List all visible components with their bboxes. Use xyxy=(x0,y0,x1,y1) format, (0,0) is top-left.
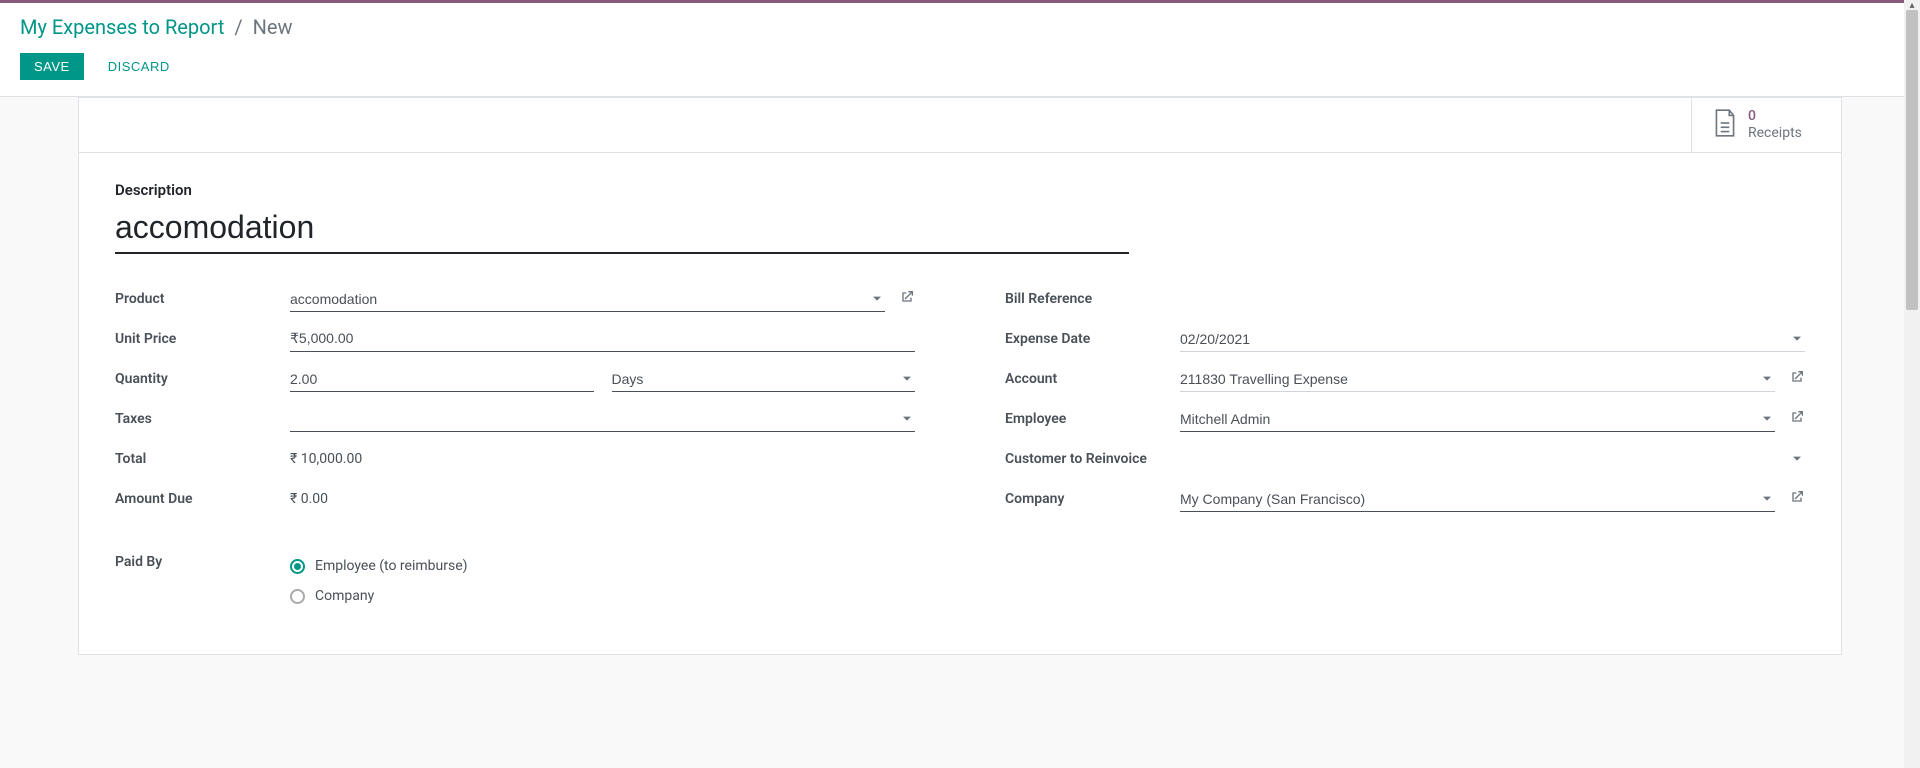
expense-date-label: Expense Date xyxy=(1005,331,1180,347)
external-link-icon[interactable] xyxy=(1789,409,1805,429)
radio-checked-icon xyxy=(290,559,305,574)
company-label: Company xyxy=(1005,491,1180,507)
discard-button[interactable]: DISCARD xyxy=(94,53,184,80)
expense-date-input[interactable] xyxy=(1180,327,1805,352)
breadcrumb-current: New xyxy=(253,15,293,39)
total-value: ₹ 10,000.00 xyxy=(290,447,362,471)
external-link-icon[interactable] xyxy=(1789,489,1805,509)
action-buttons: SAVE DISCARD xyxy=(20,53,1900,80)
amount-due-row: Amount Due ₹ 0.00 xyxy=(115,484,915,514)
amount-due-value: ₹ 0.00 xyxy=(290,487,328,511)
taxes-label: Taxes xyxy=(115,411,290,427)
paid-by-company-label: Company xyxy=(315,588,374,604)
product-input[interactable] xyxy=(290,287,885,312)
receipts-text: 0 Receipts xyxy=(1748,108,1802,142)
paid-by-row: Paid By Employee (to reimburse) Company xyxy=(115,554,915,604)
external-link-icon[interactable] xyxy=(1789,369,1805,389)
stat-bar: 0 Receipts xyxy=(79,98,1841,153)
form-columns: Product Unit Price xyxy=(115,284,1805,614)
bill-reference-label: Bill Reference xyxy=(1005,291,1180,307)
employee-input[interactable] xyxy=(1180,407,1775,432)
save-button[interactable]: SAVE xyxy=(20,53,84,80)
form-sheet: 0 Receipts Description Product xyxy=(78,97,1842,655)
quantity-input[interactable] xyxy=(290,367,594,392)
account-input[interactable] xyxy=(1180,367,1775,392)
right-column: Bill Reference Expense Date Account xyxy=(1005,284,1805,614)
taxes-input[interactable] xyxy=(290,407,915,432)
description-label: Description xyxy=(115,181,1805,199)
header: My Expenses to Report / New SAVE DISCARD xyxy=(0,3,1920,97)
paid-by-company-radio[interactable]: Company xyxy=(290,588,468,604)
breadcrumb-parent[interactable]: My Expenses to Report xyxy=(20,15,224,39)
sheet-body: Description Product xyxy=(79,153,1841,654)
paid-by-employee-label: Employee (to reimburse) xyxy=(315,558,468,574)
employee-row: Employee xyxy=(1005,404,1805,434)
paid-by-employee-radio[interactable]: Employee (to reimburse) xyxy=(290,558,468,574)
expense-date-row: Expense Date xyxy=(1005,324,1805,354)
product-row: Product xyxy=(115,284,915,314)
taxes-row: Taxes xyxy=(115,404,915,434)
breadcrumb-separator: / xyxy=(234,15,242,39)
description-input[interactable] xyxy=(115,207,1129,254)
external-link-icon[interactable] xyxy=(899,289,915,309)
receipts-button[interactable]: 0 Receipts xyxy=(1691,98,1841,152)
customer-reinvoice-label: Customer to Reinvoice xyxy=(1005,451,1180,467)
quantity-row: Quantity xyxy=(115,364,915,394)
customer-reinvoice-row: Customer to Reinvoice xyxy=(1005,444,1805,474)
radio-unchecked-icon xyxy=(290,589,305,604)
employee-label: Employee xyxy=(1005,411,1180,427)
paid-by-label: Paid By xyxy=(115,554,290,570)
quantity-uom-input[interactable] xyxy=(612,367,916,392)
company-input[interactable] xyxy=(1180,487,1775,512)
scrollbar[interactable]: ▴ xyxy=(1904,0,1920,768)
product-label: Product xyxy=(115,291,290,307)
document-icon xyxy=(1712,108,1738,142)
bill-reference-row: Bill Reference xyxy=(1005,284,1805,314)
content-wrap: 0 Receipts Description Product xyxy=(0,97,1920,695)
account-label: Account xyxy=(1005,371,1180,387)
amount-due-label: Amount Due xyxy=(115,491,290,507)
breadcrumb: My Expenses to Report / New xyxy=(20,15,1900,39)
total-row: Total ₹ 10,000.00 xyxy=(115,444,915,474)
quantity-label: Quantity xyxy=(115,371,290,387)
unit-price-label: Unit Price xyxy=(115,331,290,347)
paid-by-group: Employee (to reimburse) Company xyxy=(290,558,468,604)
account-row: Account xyxy=(1005,364,1805,394)
customer-reinvoice-input[interactable] xyxy=(1180,447,1805,471)
total-label: Total xyxy=(115,451,290,467)
receipts-label: Receipts xyxy=(1748,125,1802,142)
left-column: Product Unit Price xyxy=(115,284,915,614)
company-row: Company xyxy=(1005,484,1805,514)
scrollbar-thumb[interactable] xyxy=(1906,10,1918,310)
receipts-count: 0 xyxy=(1748,108,1802,125)
unit-price-row: Unit Price xyxy=(115,324,915,354)
unit-price-input[interactable] xyxy=(290,327,915,352)
